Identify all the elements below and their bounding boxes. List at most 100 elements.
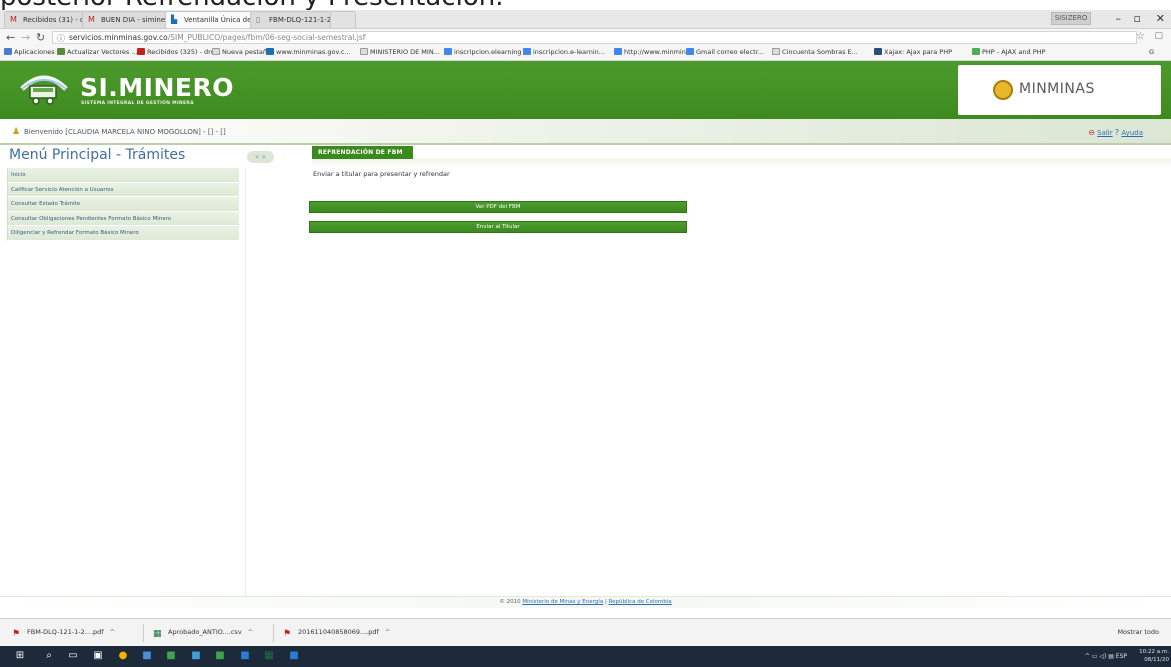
minminas-tab-icon: ▙: [171, 15, 178, 24]
show-all-downloads-button[interactable]: Mostrar todo: [1117, 628, 1159, 636]
google-icon: [686, 48, 694, 55]
tab-label: BUEN DIA - siminero@... ×: [101, 16, 167, 24]
chevron-up-icon[interactable]: ^: [110, 628, 115, 636]
download-divider: [273, 624, 274, 642]
csv-icon: ▦: [153, 629, 162, 639]
welcome-text: Bienvenido [CLAUDIA MARCELA NINO MOGOLLO…: [24, 128, 226, 136]
site-footer: © 2010 Ministerio de Minas y Energía | R…: [0, 596, 1171, 608]
bookmark-item[interactable]: MINISTERIO DE MIN...: [360, 48, 440, 56]
bookmark-item[interactable]: inscripcion.e-learnin...: [523, 48, 605, 56]
app-icon[interactable]: ■: [165, 650, 177, 662]
xajax-icon: [874, 48, 882, 55]
windows-taskbar: ⊞ ⌕ ▭ ▣ ● ■ ■ ■ ■ ■ ▦ ■ ^ ▭ ◁) ▤ ESP 10:…: [0, 646, 1171, 667]
tab-ventanilla[interactable]: ▙ Ventanilla Única de Trám ×: [165, 11, 253, 28]
gmail-icon: M: [10, 15, 17, 24]
exit-link[interactable]: Salir: [1097, 129, 1113, 137]
chevron-up-icon[interactable]: ^: [248, 628, 253, 636]
search-icon[interactable]: ⌕: [43, 650, 55, 662]
chevron-up-icon[interactable]: ^: [385, 628, 390, 636]
page-icon: [212, 48, 220, 55]
menu-divider: [245, 168, 246, 598]
pdf-icon: ⚑: [12, 629, 21, 639]
back-icon[interactable]: ←: [6, 31, 15, 44]
mine-cart-logo-icon: [18, 69, 70, 109]
gmail-icon: M: [88, 15, 95, 24]
tab-fbm-pdf[interactable]: ▯ FBM-DLQ-121-1-2017.j ×: [250, 11, 332, 28]
clock[interactable]: 10:22 a.m. 08/11/20: [1139, 648, 1169, 664]
download-item[interactable]: ⚑ 201611040858069....pdf ^: [283, 628, 390, 639]
app-icon[interactable]: ■: [141, 650, 153, 662]
footer-link-ministerio[interactable]: Ministerio de Minas y Energía: [522, 599, 603, 605]
bookmark-item[interactable]: G: [1149, 48, 1154, 56]
site-header: SI.MINERO SISTEMA INTEGRAL DE GESTIÓN MI…: [0, 61, 1171, 119]
bookmark-item[interactable]: www.minminas.gov.c...: [266, 48, 351, 56]
bookmark-item[interactable]: Xajax: Ajax para PHP: [874, 48, 952, 56]
extension-icon[interactable]: ▢: [1154, 31, 1163, 41]
session-links: ⊖ Salir ? Ayuda: [1088, 128, 1143, 137]
section-description: Enviar a titular para presentar y refren…: [313, 170, 450, 178]
document-icon: ▯: [256, 15, 261, 24]
pdf-icon: ⚑: [283, 629, 292, 639]
task-view-icon[interactable]: ▭: [67, 650, 79, 662]
bookmark-item[interactable]: Recibidos (325) - dro...: [137, 48, 221, 56]
tab-gmail-2[interactable]: M BUEN DIA - siminero@... ×: [82, 11, 168, 28]
menu-item-consultar-obligaciones[interactable]: Consultar Obligaciones Pendientes Format…: [7, 211, 239, 226]
new-tab-button[interactable]: [330, 11, 356, 28]
chrome-icon[interactable]: ●: [117, 650, 129, 662]
minminas-brand: MINMINAS: [958, 65, 1161, 115]
bookmarks-bar: Aplicaciones Actualizar Vectores ... Rec…: [0, 46, 1171, 61]
windows-start-icon[interactable]: ⊞: [14, 650, 26, 662]
page-icon: [360, 48, 368, 55]
menu-item-calificar-servicio[interactable]: Calificar Servicio Atención a Usuarios: [7, 182, 239, 197]
welcome-bar: ♟ Bienvenido [CLAUDIA MARCELA NINO MOGOL…: [0, 119, 1171, 145]
system-tray[interactable]: ^ ▭ ◁) ▤ ESP: [1085, 653, 1127, 660]
download-item[interactable]: ⚑ FBM-DLQ-121-1-2....pdf ^: [12, 628, 115, 639]
app-icon[interactable]: ■: [239, 650, 251, 662]
image-icon: [57, 48, 65, 55]
tab-gmail-1[interactable]: M Recibidos (31) - dromer ×: [4, 11, 86, 28]
minminas-tab-icon: [266, 48, 274, 55]
forward-icon[interactable]: →: [21, 31, 30, 44]
view-pdf-button[interactable]: Ver PDF del FBM: [309, 201, 687, 213]
bookmark-item[interactable]: Gmail correo electr...: [686, 48, 764, 56]
bookmark-item[interactable]: Cincuenta Sombras E...: [772, 48, 858, 56]
minimize-icon[interactable]: –: [1116, 12, 1122, 25]
input-language[interactable]: ESP: [1116, 653, 1127, 660]
tab-strip: M Recibidos (31) - dromer × M BUEN DIA -…: [0, 10, 1171, 29]
send-to-holder-button[interactable]: Enviar al Titular: [309, 221, 687, 233]
tab-label: Ventanilla Única de Trám ×: [184, 16, 252, 24]
excel-icon[interactable]: ▦: [263, 650, 275, 662]
bookmark-star-icon[interactable]: ☆: [1136, 31, 1145, 42]
menu-item-inicio[interactable]: Inicio: [7, 168, 239, 183]
download-divider: [143, 624, 144, 642]
help-icon: ?: [1114, 128, 1120, 137]
reload-icon[interactable]: ↻: [36, 31, 45, 44]
window-user-badge[interactable]: SISIZERO: [1051, 12, 1091, 25]
bookmark-item[interactable]: Nueva pestaña: [212, 48, 271, 56]
bookmark-item[interactable]: http://www.minmin...: [614, 48, 692, 56]
menu-item-diligenciar-refrendar[interactable]: Diligenciar y Refrendar Formato Básico M…: [7, 226, 239, 241]
menu-item-consultar-estado[interactable]: Consultar Estado Trámite: [7, 197, 239, 212]
bookmark-apps[interactable]: Aplicaciones: [4, 48, 55, 56]
bookmark-item[interactable]: Actualizar Vectores ...: [57, 48, 138, 56]
footer-copyright: © 2010: [499, 599, 521, 605]
url-input[interactable]: ⓘ servicios.minminas.gov.co/SIM_PUBLICO/…: [52, 31, 1137, 44]
menu-collapse-button[interactable]: « »: [247, 151, 274, 163]
url-host: servicios.minminas.gov.co: [69, 33, 168, 42]
help-link[interactable]: Ayuda: [1121, 129, 1143, 137]
app-icon[interactable]: ■: [288, 650, 300, 662]
store-icon[interactable]: ▣: [92, 650, 104, 662]
url-path: /SIM_PUBLICO/pages/fbm/06-seg-social-sem…: [167, 33, 366, 42]
app-icon[interactable]: ■: [214, 650, 226, 662]
tab-label: Recibidos (31) - dromer ×: [23, 16, 85, 24]
footer-link-colombia[interactable]: República de Colombia: [609, 599, 672, 605]
close-window-icon[interactable]: ✕: [1156, 12, 1165, 25]
info-icon[interactable]: ⓘ: [57, 33, 65, 43]
bookmark-item[interactable]: inscripcion.elearning: [444, 48, 522, 56]
downloads-bar: ⚑ FBM-DLQ-121-1-2....pdf ^ ▦ Aprobado_ANTIO…: [0, 618, 1171, 646]
site-logo-subtitle: SISTEMA INTEGRAL DE GESTIÓN MINERA: [81, 101, 194, 106]
maximize-icon[interactable]: ▫: [1134, 12, 1141, 25]
bookmark-item[interactable]: PHP - AJAX and PHP: [972, 48, 1045, 56]
app-icon[interactable]: ■: [190, 650, 202, 662]
download-item[interactable]: ▦ Aprobado_ANTIO....csv ^: [153, 628, 253, 639]
